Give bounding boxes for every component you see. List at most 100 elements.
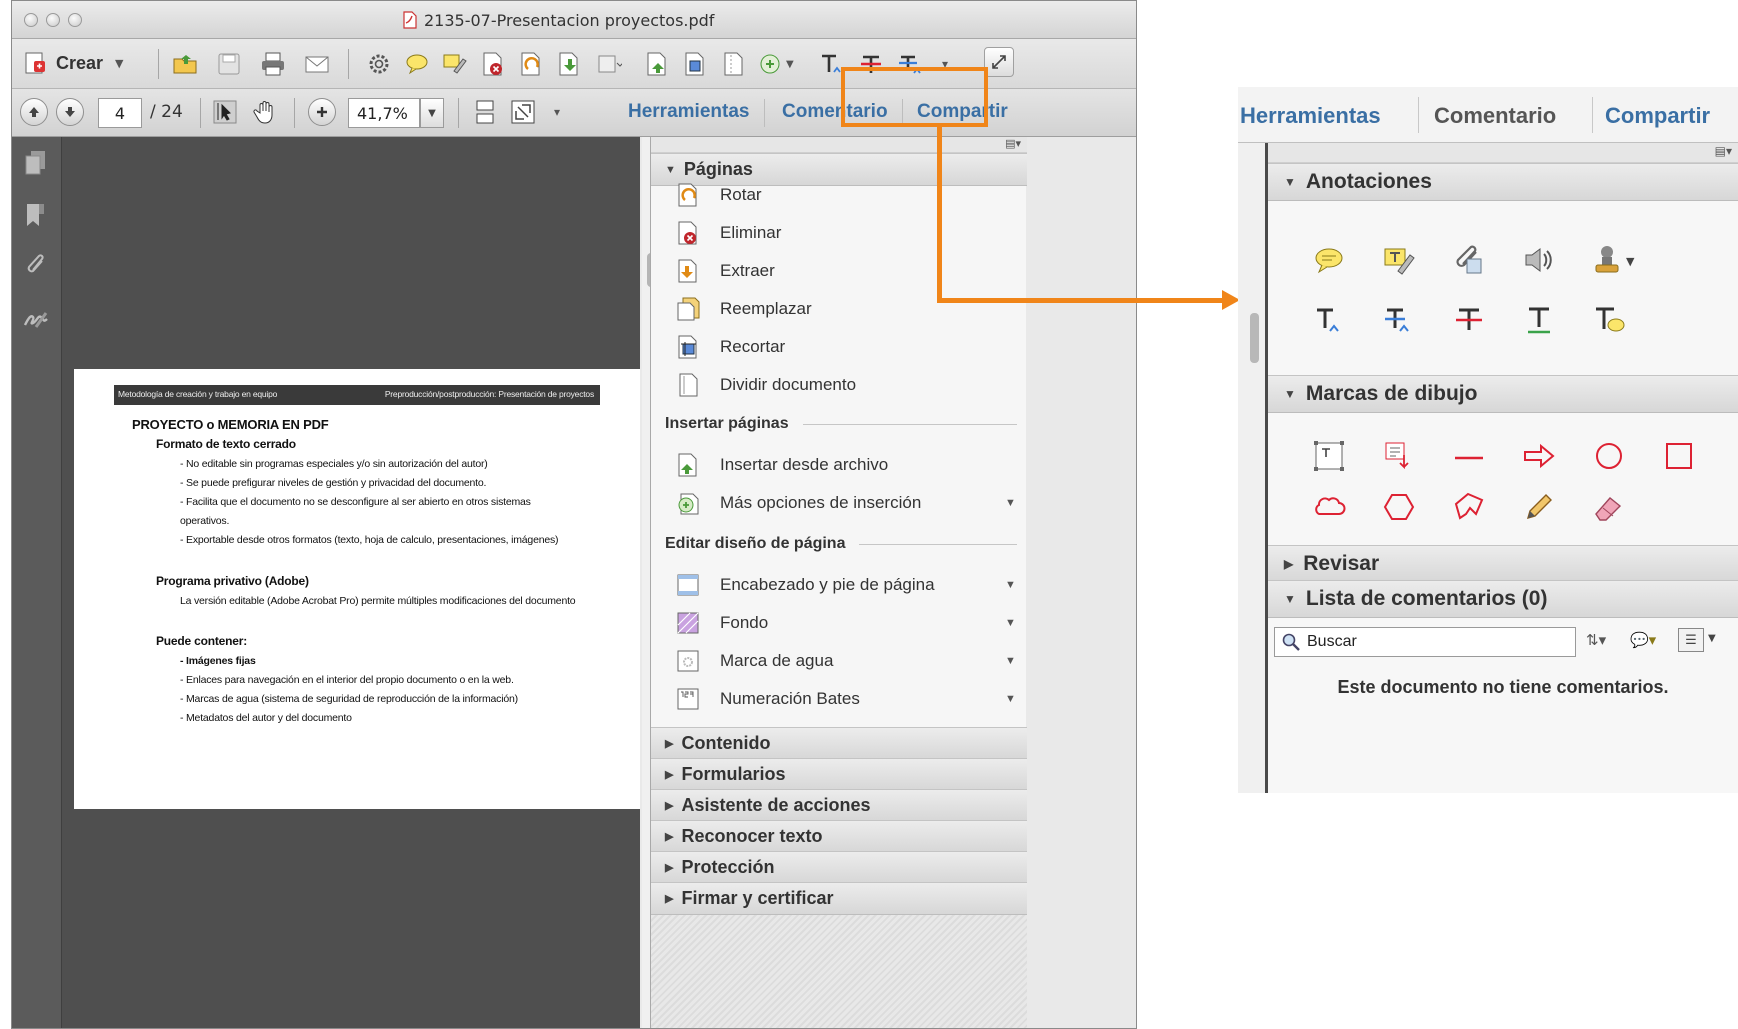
eraser-tool-icon[interactable]	[1592, 490, 1626, 524]
tool-fondo[interactable]: Fondo ▼	[675, 608, 1016, 638]
record-audio-icon[interactable]	[1522, 243, 1556, 277]
gear-icon[interactable]	[366, 51, 392, 77]
replace-text-icon[interactable]	[1382, 303, 1416, 337]
bates-numbering-icon	[675, 686, 720, 712]
tab-comentario[interactable]: Comentario	[1434, 103, 1556, 129]
minimize-window-button[interactable]	[46, 13, 60, 27]
create-button[interactable]: Crear ▼	[22, 50, 124, 76]
tool-numeracion-bates[interactable]: Numeración Bates ▼	[675, 684, 1016, 714]
rectangle-tool-icon[interactable]	[1662, 439, 1696, 473]
insert-file-icon[interactable]	[644, 51, 670, 77]
more-insert-icon[interactable]	[758, 51, 784, 77]
chevron-down-icon[interactable]: ▼	[1005, 497, 1016, 509]
section-contenido[interactable]: ▶ Contenido	[651, 727, 1027, 760]
page-number-input[interactable]: 4	[98, 98, 142, 128]
signatures-icon[interactable]	[22, 305, 50, 333]
cloud-tool-icon[interactable]	[1312, 490, 1346, 524]
tool-rotar[interactable]: Rotar	[675, 180, 762, 210]
zoom-input[interactable]: 41,7%	[348, 98, 420, 128]
tab-herramientas[interactable]: Herramientas	[1240, 103, 1381, 129]
section-reconocer-texto[interactable]: ▶ Reconocer texto	[651, 820, 1027, 853]
comment-search-input[interactable]: Buscar	[1274, 627, 1576, 657]
section-revisar[interactable]: ▶ Revisar	[1268, 545, 1738, 583]
more-page-tools-icon[interactable]	[596, 51, 622, 77]
oval-tool-icon[interactable]	[1592, 439, 1626, 473]
section-lista-comentarios[interactable]: ▼ Lista de comentarios (0)	[1268, 580, 1738, 618]
section-anotaciones[interactable]: ▼ Anotaciones	[1268, 163, 1738, 201]
sort-icon[interactable]: ⇅▾	[1586, 631, 1606, 649]
chevron-down-icon[interactable]: ▼	[1708, 633, 1716, 644]
tool-encabezado-pie[interactable]: Encabezado y pie de página ▼	[675, 570, 1016, 600]
highlight-text-icon[interactable]	[1382, 243, 1416, 277]
chevron-down-icon[interactable]: ▼	[786, 59, 794, 70]
pane-options-icon[interactable]: ▤▾	[1715, 144, 1732, 158]
attach-file-icon[interactable]	[1452, 243, 1486, 277]
print-icon[interactable]	[260, 51, 286, 77]
section-marcas-de-dibujo[interactable]: ▼ Marcas de dibujo	[1268, 375, 1738, 413]
list-options-icon[interactable]: ☰	[1678, 628, 1704, 652]
polygon-tool-icon[interactable]	[1382, 490, 1416, 524]
delete-page-icon[interactable]	[480, 51, 506, 77]
tool-insertar-desde-archivo[interactable]: Insertar desde archivo	[675, 450, 888, 480]
tool-recortar[interactable]: Recortar	[675, 332, 785, 362]
tool-mas-opciones-insercion[interactable]: Más opciones de inserción ▼	[675, 488, 1016, 518]
tool-eliminar[interactable]: Eliminar	[675, 218, 781, 248]
open-folder-icon[interactable]	[172, 51, 198, 77]
section-firmar-certificar[interactable]: ▶ Firmar y certificar	[651, 882, 1027, 915]
zoom-in-button[interactable]	[308, 98, 336, 126]
save-icon[interactable]	[216, 51, 242, 77]
line-tool-icon[interactable]	[1452, 439, 1486, 473]
chevron-down-icon[interactable]: ▼	[1005, 617, 1016, 629]
add-note-to-text-icon[interactable]	[1592, 303, 1626, 337]
callout-tool-icon[interactable]	[1382, 439, 1416, 473]
polyline-tool-icon[interactable]	[1452, 490, 1486, 524]
hand-tool-icon[interactable]	[252, 99, 278, 125]
fit-page-icon[interactable]	[510, 99, 536, 125]
zoom-window-button[interactable]	[68, 13, 82, 27]
tab-compartir[interactable]: Compartir	[1605, 103, 1710, 129]
zoom-dropdown-button[interactable]: ▼	[420, 98, 444, 128]
sticky-note-icon[interactable]	[404, 51, 430, 77]
tool-marca-de-agua[interactable]: Marca de agua ▼	[675, 646, 1016, 676]
chevron-down-icon[interactable]: ▼	[1005, 579, 1016, 591]
section-asistente-acciones[interactable]: ▶ Asistente de acciones	[651, 789, 1027, 822]
arrow-tool-icon[interactable]	[1522, 439, 1556, 473]
next-page-button[interactable]	[56, 98, 84, 126]
fullscreen-icon[interactable]	[984, 47, 1014, 77]
filter-comments-icon[interactable]: 💬▾	[1630, 631, 1656, 649]
previous-page-button[interactable]	[20, 98, 48, 126]
rotate-page-icon	[675, 182, 720, 208]
tab-herramientas[interactable]: Herramientas	[628, 101, 749, 123]
select-tool-icon[interactable]	[212, 99, 238, 125]
attachments-icon[interactable]	[22, 253, 50, 281]
bookmarks-icon[interactable]	[22, 201, 50, 229]
text-box-icon[interactable]	[1312, 439, 1346, 473]
underline-text-icon[interactable]	[1522, 303, 1556, 337]
tool-dividir-documento[interactable]: Dividir documento	[675, 370, 856, 400]
crop-page-icon[interactable]	[682, 51, 708, 77]
chevron-down-icon[interactable]: ▼	[1005, 655, 1016, 667]
stamp-icon[interactable]	[1592, 243, 1626, 277]
tool-extraer[interactable]: Extraer	[675, 256, 775, 286]
pane-splitter[interactable]	[1238, 143, 1268, 793]
chevron-down-icon[interactable]: ▼	[1626, 255, 1634, 268]
scrollbar-thumb[interactable]	[1250, 313, 1259, 363]
section-formularios[interactable]: ▶ Formularios	[651, 758, 1027, 791]
split-document-icon[interactable]	[720, 51, 746, 77]
chevron-down-icon[interactable]: ▼	[1005, 693, 1016, 705]
section-proteccion[interactable]: ▶ Protección	[651, 851, 1027, 884]
page-thumbnails-icon[interactable]	[22, 149, 50, 177]
email-icon[interactable]	[304, 51, 330, 77]
toolbar-overflow-icon[interactable]: ▾	[554, 105, 560, 119]
insert-text-icon[interactable]	[1312, 303, 1346, 337]
pencil-tool-icon[interactable]	[1522, 490, 1556, 524]
scroll-mode-icon[interactable]	[472, 99, 498, 125]
strikethrough-icon[interactable]	[1452, 303, 1486, 337]
close-window-button[interactable]	[24, 13, 38, 27]
rotate-page-icon[interactable]	[518, 51, 544, 77]
sticky-note-icon[interactable]	[1312, 243, 1346, 277]
highlight-icon[interactable]	[442, 51, 468, 77]
extract-page-icon[interactable]	[556, 51, 582, 77]
pane-options-icon[interactable]: ▤▾	[1005, 137, 1021, 150]
tool-reemplazar[interactable]: Reemplazar	[675, 294, 812, 324]
